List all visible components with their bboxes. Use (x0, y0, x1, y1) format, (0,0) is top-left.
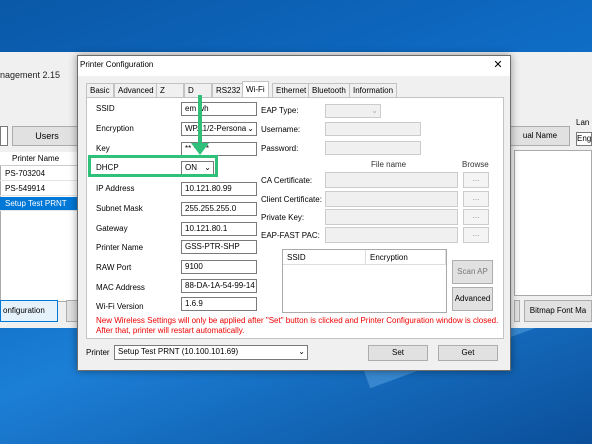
eap-fast-pac-browse-button[interactable]: ... (463, 227, 489, 243)
password-field[interactable] (325, 141, 421, 155)
set-button[interactable]: Set (368, 345, 428, 361)
key-label: Key (96, 144, 110, 153)
browse-header: Browse (462, 160, 489, 169)
scan-ap-button[interactable]: Scan AP (452, 260, 493, 284)
client-certificate-browse-button[interactable]: ... (463, 191, 489, 207)
background-dropdown[interactable] (0, 126, 8, 146)
printer-list-item[interactable]: PS-549914 (0, 182, 78, 196)
dialog-title: Printer Configuration (80, 60, 154, 69)
raw-port-field[interactable]: 9100 (181, 260, 257, 274)
private-key-field[interactable] (325, 209, 458, 225)
ssid-label: SSID (96, 104, 115, 113)
eap-fast-pac-field[interactable] (325, 227, 458, 243)
ip-address-label: IP Address (96, 184, 135, 193)
tab-basic[interactable]: Basic (86, 83, 114, 97)
private-key-browse-button[interactable]: ... (463, 209, 489, 225)
ca-certificate-browse-button[interactable]: ... (463, 172, 489, 188)
password-label: Password: (261, 144, 299, 153)
printer-name-label: Printer Name (96, 243, 144, 252)
printer-list-item[interactable]: PS-703204 (0, 167, 78, 181)
mac-address-label: MAC Address (96, 283, 145, 292)
wifi-version-label: Wi-Fi Version (96, 302, 144, 311)
ap-table-encryption-header[interactable]: Encryption (366, 250, 446, 265)
eap-type-label: EAP Type: (261, 106, 299, 115)
printer-list-item-selected[interactable]: Setup Test PRNT (0, 197, 78, 211)
username-field[interactable] (325, 122, 421, 136)
printer-select-value: Setup Test PRNT (10.100.101.69) (118, 347, 239, 356)
tab-advanced[interactable]: Advanced (114, 83, 158, 97)
tab-rs232[interactable]: RS232 (212, 83, 245, 97)
printer-label: Printer (86, 348, 110, 357)
chevron-down-icon: ⌄ (298, 347, 305, 356)
printer-configuration-button[interactable]: onfiguration (0, 300, 58, 322)
subnet-mask-label: Subnet Mask (96, 204, 143, 213)
background-right-panel (514, 150, 592, 296)
ssid-field[interactable]: em wh (181, 102, 257, 116)
eap-type-select[interactable]: ⌄ (325, 104, 381, 118)
language-label: Lan (576, 118, 590, 127)
encryption-label: Encryption (96, 124, 134, 133)
tab-ethernet[interactable]: Ethernet (272, 83, 311, 97)
language-select[interactable]: Engl (576, 132, 592, 146)
close-icon[interactable]: ✕ (491, 58, 505, 72)
mac-address-field: 88-DA-1A-54-99-14 (181, 279, 257, 293)
tab-wifi[interactable]: Wi-Fi (242, 81, 269, 97)
printer-select[interactable]: Setup Test PRNT (10.100.101.69) ⌄ (114, 345, 308, 360)
username-label: Username: (261, 125, 301, 134)
eap-fast-pac-label: EAP-FAST PAC: (261, 231, 320, 240)
tab-bluetooth[interactable]: Bluetooth (308, 83, 350, 97)
tab-information[interactable]: Information (349, 83, 398, 97)
background-button[interactable] (514, 300, 520, 322)
printer-name-field[interactable]: GSS-PTR-SHP (181, 240, 257, 254)
client-certificate-label: Client Certificate: (261, 195, 322, 204)
chevron-down-icon: ⌄ (247, 124, 254, 133)
ip-address-field[interactable]: 10.121.80.99 (181, 182, 257, 196)
arrow-down-icon (198, 95, 202, 147)
access-point-table[interactable]: SSID Encryption (282, 249, 447, 313)
private-key-label: Private Key: (261, 213, 305, 222)
wifi-version-field: 1.6.9 (181, 297, 257, 311)
encryption-value: WPA1/2-Persona (185, 124, 247, 133)
printer-list-header[interactable]: Printer Name (0, 152, 78, 166)
file-name-header: File name (371, 160, 407, 169)
get-button[interactable]: Get (438, 345, 498, 361)
subnet-mask-field[interactable]: 255.255.255.0 (181, 202, 257, 216)
background-app-title: nagement 2.15 (0, 70, 61, 80)
raw-port-label: RAW Port (96, 263, 132, 272)
client-certificate-field[interactable] (325, 191, 458, 207)
chevron-down-icon: ⌄ (371, 106, 378, 115)
arrow-head-icon (191, 143, 209, 155)
gateway-label: Gateway (96, 224, 128, 233)
ap-table-ssid-header[interactable]: SSID (283, 250, 366, 265)
wireless-settings-note: New Wireless Settings will only be appli… (96, 316, 499, 335)
dual-name-button[interactable]: ual Name (510, 126, 570, 146)
advanced-button[interactable]: Advanced (452, 287, 493, 311)
users-button[interactable]: Users (12, 126, 82, 146)
tab-z[interactable]: Z (156, 83, 184, 97)
bitmap-font-button[interactable]: Bitmap Font Ma (524, 300, 592, 322)
gateway-field[interactable]: 10.121.80.1 (181, 222, 257, 236)
encryption-select[interactable]: WPA1/2-Persona ⌄ (181, 122, 257, 136)
dhcp-highlight-box (88, 155, 218, 177)
ca-certificate-label: CA Certificate: (261, 176, 313, 185)
ca-certificate-field[interactable] (325, 172, 458, 188)
